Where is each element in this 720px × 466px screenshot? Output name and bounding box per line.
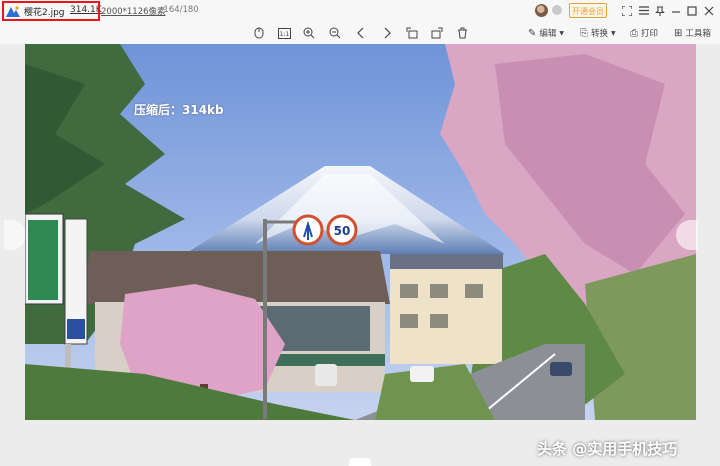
title-bar: 樱花2.jpg 314.1K 2000*1126像素 , 164/180 开通会… <box>0 0 720 22</box>
compression-caption: 压缩后：314kb <box>134 103 224 117</box>
menu-icon[interactable] <box>637 4 650 17</box>
photo-canvas: 50 <box>25 44 696 420</box>
next-image-icon[interactable] <box>380 26 394 40</box>
image-toolbar: 1:1 ✎ 编辑 ▼ ⎘ 转换 ▼ ⎙ 打印 ⊞ 工具箱 <box>0 22 720 45</box>
user-avatar[interactable] <box>535 4 548 17</box>
print-button[interactable]: ⎙ 打印 <box>630 26 658 40</box>
speed-limit-sign: 50 <box>334 224 351 238</box>
toolbox-icon: ⊞ <box>674 27 683 39</box>
image-viewer: 50 压缩后：314kb 头条 @实用手机技巧 <box>0 44 720 466</box>
edit-button[interactable]: ✎ 编辑 ▼ <box>528 26 564 40</box>
edit-icon: ✎ <box>528 27 537 39</box>
source-watermark: 头条 @实用手机技巧 <box>537 440 678 458</box>
image-dimensions[interactable]: 2000*1126像素 <box>101 5 166 17</box>
file-info-highlight-box <box>2 1 100 21</box>
print-icon: ⎙ <box>630 27 638 39</box>
photo-image: 50 <box>25 44 696 420</box>
image-position: , 164/180 <box>158 5 199 15</box>
rotate-left-icon[interactable] <box>405 26 419 40</box>
zoom-out-icon[interactable] <box>328 26 342 40</box>
rotate-right-icon[interactable] <box>430 26 444 40</box>
print-label: 打印 <box>641 29 659 39</box>
convert-button[interactable]: ⎘ 转换 ▼ <box>580 26 616 40</box>
next-arrow-button[interactable] <box>676 220 698 250</box>
previous-image-icon[interactable] <box>354 26 368 40</box>
pin-icon[interactable] <box>653 4 666 17</box>
maximize-icon[interactable] <box>685 4 698 17</box>
fullscreen-icon[interactable] <box>620 4 633 17</box>
fit-window-icon[interactable]: 1:1 <box>277 26 291 40</box>
convert-chevron-down-icon: ▼ <box>611 29 616 37</box>
edit-label: 编辑 <box>539 29 557 39</box>
svg-text:1:1: 1:1 <box>279 31 289 38</box>
edit-chevron-down-icon: ▼ <box>559 29 565 37</box>
convert-icon: ⎘ <box>580 27 588 39</box>
vip-button[interactable]: 开通会员 <box>569 3 607 18</box>
toolbox-button[interactable]: ⊞ 工具箱 <box>674 26 711 40</box>
image-position-value: 164/180 <box>163 5 199 15</box>
delete-icon[interactable] <box>455 26 469 40</box>
close-icon[interactable] <box>702 4 715 17</box>
thumbnail-toggle-handle[interactable] <box>349 458 371 466</box>
original-size-icon[interactable] <box>252 26 266 40</box>
zoom-in-icon[interactable] <box>302 26 316 40</box>
level-badge-icon[interactable] <box>552 5 562 15</box>
toolbox-label: 工具箱 <box>685 29 711 39</box>
minimize-icon[interactable] <box>669 4 682 17</box>
convert-label: 转换 <box>591 29 609 39</box>
previous-arrow-button[interactable] <box>4 220 26 250</box>
